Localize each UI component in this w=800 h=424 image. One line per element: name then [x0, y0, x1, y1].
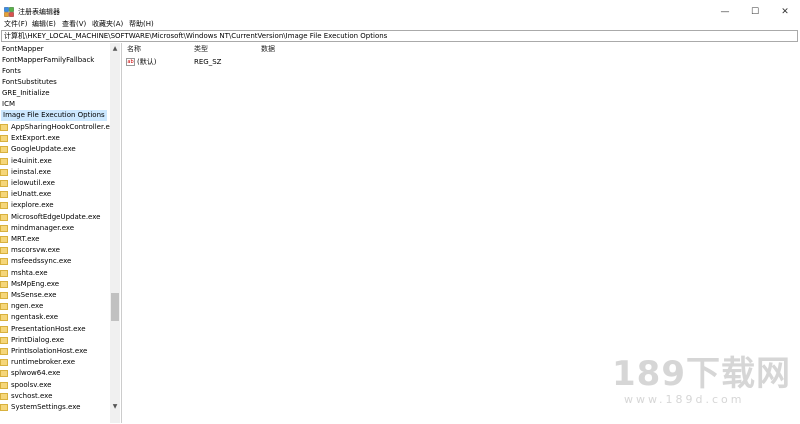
- tree-child-label: ieUnatt.exe: [11, 190, 52, 199]
- value-name: (默认): [137, 58, 157, 66]
- tree-child-label: svchost.exe: [11, 391, 53, 400]
- tree-child-label: MRT.exe: [11, 235, 40, 243]
- tree-child-label: PrintDialog.exe: [11, 335, 65, 344]
- tree-child-label: mindmanager.exe: [11, 223, 75, 232]
- tree-child-label: ie4uinit.exe: [11, 156, 52, 165]
- column-header-type[interactable]: 类型: [194, 45, 208, 54]
- tree-child-label: SystemSettings.exe: [11, 403, 81, 411]
- watermark-logo-text: 189下载网: [612, 354, 791, 394]
- folder-icon: [0, 370, 8, 378]
- folder-icon: [0, 180, 8, 187]
- folder-icon: [0, 213, 8, 221]
- tree-item-icm[interactable]: ICM: [2, 99, 15, 110]
- tree-vertical-scrollbar[interactable]: ▲ ▼: [110, 43, 120, 423]
- folder-icon: [0, 336, 8, 344]
- folder-icon: [0, 381, 8, 389]
- tree-item-gre-initialize[interactable]: GRE_Initialize: [2, 88, 50, 99]
- tree-child-label: MsMpEng.exe: [11, 279, 60, 288]
- folder-icon: [0, 280, 8, 288]
- tree-item-image-file-execution-options[interactable]: Image File Execution Options: [1, 110, 107, 121]
- folder-icon: [0, 325, 8, 333]
- folder-icon: [0, 247, 8, 255]
- folder-icon: [0, 292, 8, 299]
- column-header-name[interactable]: 名称: [127, 45, 141, 54]
- window-title: 注册表编辑器: [18, 8, 60, 16]
- tree-child-label: AppSharingHookController.exe: [11, 123, 118, 131]
- column-header-data[interactable]: 数据: [261, 45, 275, 54]
- menu-edit[interactable]: 编辑(E): [32, 19, 56, 29]
- folder-icon: [0, 224, 8, 232]
- scroll-up-arrow-icon[interactable]: ▲: [110, 43, 120, 53]
- tree-child-label: ngen.exe: [11, 302, 44, 311]
- address-bar[interactable]: 计算机\HKEY_LOCAL_MACHINE\SOFTWARE\Microsof…: [1, 30, 798, 42]
- folder-icon: [0, 303, 8, 311]
- regedit-app-icon: [4, 7, 14, 17]
- watermark-url: www.189d.com: [624, 393, 745, 406]
- string-value-icon: ab: [126, 58, 135, 66]
- folder-icon: [0, 202, 8, 210]
- tree-item-fonts[interactable]: Fonts: [2, 66, 21, 77]
- folder-icon: [0, 359, 8, 367]
- folder-icon: [0, 135, 8, 143]
- folder-icon: [0, 191, 8, 199]
- tree-item-fontmapper[interactable]: FontMapper: [2, 44, 44, 55]
- address-path[interactable]: 计算机\HKEY_LOCAL_MACHINE\SOFTWARE\Microsof…: [4, 32, 387, 41]
- tree-child-label: mshta.exe: [11, 268, 48, 277]
- folder-icon: [0, 146, 8, 154]
- tree-child-label: MicrosoftEdgeUpdate.exe: [11, 212, 101, 221]
- tree-child-label: ngentask.exe: [11, 313, 59, 322]
- menu-favorites[interactable]: 收藏夹(A): [92, 19, 123, 29]
- tree-child-label: runtimebroker.exe: [11, 358, 76, 367]
- tree-child-label: spoolsv.exe: [11, 380, 52, 389]
- tree-child-label: ielowutil.exe: [11, 179, 55, 187]
- scrollbar-thumb[interactable]: [111, 293, 119, 321]
- menu-bar: 文件(F) 编辑(E) 查看(V) 收藏夹(A) 帮助(H): [0, 18, 800, 30]
- tree-child-label: PrintIsolationHost.exe: [11, 347, 88, 355]
- tree-child-label: ExtExport.exe: [11, 134, 60, 143]
- tree-child-label: iexplore.exe: [11, 201, 54, 210]
- tree-item-fontsubstitutes[interactable]: FontSubstitutes: [2, 77, 57, 88]
- tree-child-label: msfeedssync.exe: [11, 257, 72, 266]
- menu-file[interactable]: 文件(F): [4, 19, 28, 29]
- tree-child-label: MsSense.exe: [11, 291, 57, 299]
- site-watermark: 189下载网 www.189d.com: [612, 355, 792, 406]
- tree-child-label: splwow64.exe: [11, 369, 61, 378]
- tree-child-label: ieinstal.exe: [11, 167, 51, 176]
- menu-help[interactable]: 帮助(H): [129, 19, 154, 29]
- folder-icon: [0, 392, 8, 400]
- folder-icon: [0, 314, 8, 322]
- value-row[interactable]: ab (默认) REG_SZ: [126, 57, 376, 67]
- tree-child-label: GoogleUpdate.exe: [11, 145, 76, 154]
- tree-child-label: PresentationHost.exe: [11, 324, 86, 333]
- folder-icon: [0, 236, 8, 243]
- folder-icon: [0, 157, 8, 165]
- value-type: REG_SZ: [194, 58, 222, 66]
- tree-child-label: mscorsvw.exe: [11, 246, 60, 255]
- folder-icon: [0, 258, 8, 266]
- folder-icon: [0, 168, 8, 176]
- menu-view[interactable]: 查看(V): [62, 19, 86, 29]
- tree-item-fontmapperfamilyfallback[interactable]: FontMapperFamilyFallback: [2, 55, 94, 66]
- folder-icon: [0, 269, 8, 277]
- folder-icon: [0, 404, 8, 411]
- scroll-down-arrow-icon[interactable]: ▼: [110, 401, 120, 411]
- folder-icon: [0, 348, 8, 355]
- folder-icon: [0, 124, 8, 131]
- key-tree-pane[interactable]: FontMapper FontMapperFamilyFallback Font…: [0, 43, 122, 423]
